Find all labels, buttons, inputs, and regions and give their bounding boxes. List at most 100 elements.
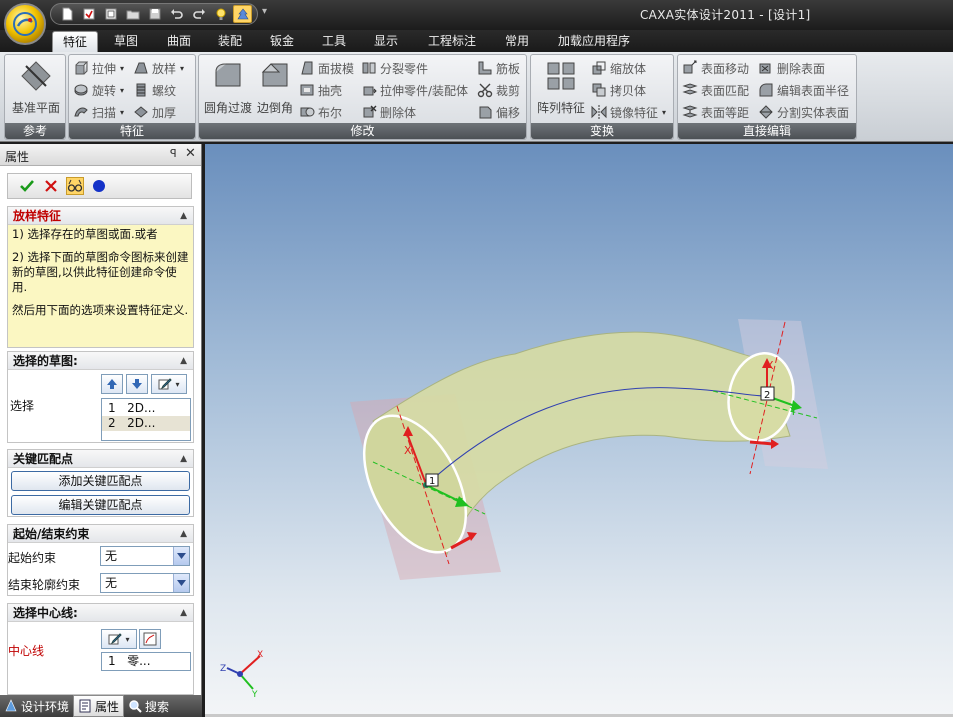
tab-common[interactable]: 常用 bbox=[495, 31, 539, 52]
ribbon-group-reference: 基准平面 参考 bbox=[4, 54, 66, 140]
scissors-icon bbox=[477, 83, 493, 98]
collapse-chevron-icon[interactable]: ▲ bbox=[180, 352, 187, 370]
ribbon-tab-bar: 特征 草图 曲面 装配 钣金 工具 显示 工程标注 常用 加载应用程序 bbox=[0, 30, 953, 52]
cancel-x-icon[interactable] bbox=[42, 177, 60, 195]
end-x-label: X bbox=[766, 359, 774, 372]
key-match-section-header[interactable]: 关键匹配点 ▲ bbox=[8, 450, 193, 468]
collapse-chevron-icon[interactable]: ▲ bbox=[180, 604, 187, 622]
scale-icon bbox=[592, 61, 606, 75]
move-down-button[interactable] bbox=[126, 374, 148, 394]
fillet-button[interactable]: 圆角过渡 bbox=[202, 58, 254, 116]
sketch-pencil-icon bbox=[108, 633, 123, 645]
copy-body-button[interactable]: 拷贝体 bbox=[591, 80, 646, 100]
tab-sheet-metal[interactable]: 钣金 bbox=[260, 31, 304, 52]
loft-button[interactable]: 放样 ▾ bbox=[133, 58, 184, 78]
list-item[interactable]: 1 零... bbox=[102, 654, 190, 669]
pin-icon[interactable]: ꟼ bbox=[170, 147, 177, 160]
collapse-chevron-icon[interactable]: ▲ bbox=[180, 525, 187, 543]
close-icon[interactable]: ✕ bbox=[185, 146, 196, 161]
chamfer-button[interactable]: 边倒角 bbox=[255, 58, 295, 116]
blue-dot-icon[interactable] bbox=[90, 177, 108, 195]
group-label-reference: 参考 bbox=[5, 123, 65, 139]
chevron-down-icon[interactable] bbox=[173, 574, 189, 592]
light-bulb-icon[interactable] bbox=[211, 5, 230, 23]
tab-surface[interactable]: 曲面 bbox=[157, 31, 201, 52]
redo-icon[interactable] bbox=[189, 5, 208, 23]
tab-sketch[interactable]: 草图 bbox=[104, 31, 148, 52]
edit-face-radius-button[interactable]: 编辑表面半径 bbox=[758, 80, 849, 100]
list-item[interactable]: 1 2D... bbox=[102, 401, 190, 416]
delete-body-button[interactable]: 删除体 bbox=[361, 102, 416, 122]
3d-viewport[interactable]: 1 X Y 2 X Y X Y Z bbox=[205, 144, 953, 714]
sketch-section-header[interactable]: 选择的草图: ▲ bbox=[8, 352, 193, 370]
match-face-button[interactable]: 表面匹配 bbox=[682, 80, 749, 100]
preview-glasses-icon[interactable] bbox=[66, 177, 84, 195]
constraint-section-header[interactable]: 起始/结束约束 ▲ bbox=[8, 525, 193, 543]
rib-button[interactable]: 筋板 bbox=[477, 58, 520, 78]
new-sketch-dropdown[interactable]: ▾ bbox=[151, 374, 187, 394]
face-radius-icon bbox=[759, 83, 773, 97]
open-email-icon[interactable] bbox=[79, 5, 98, 23]
pattern-button[interactable]: 阵列特征 bbox=[534, 58, 588, 116]
tab-assembly[interactable]: 装配 bbox=[208, 31, 252, 52]
confirm-checkmark-icon[interactable] bbox=[18, 177, 36, 195]
tab-addins[interactable]: 加载应用程序 bbox=[548, 31, 640, 52]
add-key-match-button[interactable]: 添加关键匹配点 bbox=[11, 471, 190, 491]
shell-button[interactable]: 抽壳 bbox=[299, 80, 342, 100]
sketch-listbox[interactable]: 1 2D... 2 2D... bbox=[101, 398, 191, 441]
centerline-3d-curve-button[interactable] bbox=[139, 629, 161, 649]
scale-body-button[interactable]: 缩放体 bbox=[591, 58, 646, 78]
tab-display[interactable]: 显示 bbox=[364, 31, 408, 52]
split-part-icon bbox=[362, 62, 376, 74]
start-profile-number: 1 bbox=[429, 476, 435, 487]
centerline-listbox[interactable]: 1 零... bbox=[101, 652, 191, 671]
key-match-section: 关键匹配点 ▲ 添加关键匹配点 编辑关键匹配点 bbox=[7, 449, 194, 517]
loft-icon bbox=[134, 62, 148, 74]
save-icon[interactable] bbox=[145, 5, 164, 23]
open-folder-icon[interactable] bbox=[123, 5, 142, 23]
help-section-header[interactable]: 放样特征 ▲ bbox=[8, 207, 193, 225]
collapse-chevron-icon[interactable]: ▲ bbox=[180, 450, 187, 468]
sweep-button[interactable]: 扫描 ▾ bbox=[73, 102, 124, 122]
chevron-down-icon[interactable] bbox=[173, 547, 189, 565]
delete-face-button[interactable]: 删除表面 bbox=[758, 58, 825, 78]
start-constraint-select[interactable]: 无 bbox=[100, 546, 190, 566]
collapse-chevron-icon[interactable]: ▲ bbox=[180, 207, 187, 225]
tab-annotation[interactable]: 工程标注 bbox=[418, 31, 486, 52]
centerline-sketch-dropdown[interactable]: ▾ bbox=[101, 629, 137, 649]
quick-access-menu-icon[interactable]: ▾ bbox=[262, 6, 267, 17]
split-part-button[interactable]: 分裂零件 bbox=[361, 58, 428, 78]
new-document-icon[interactable] bbox=[57, 5, 76, 23]
split-solid-face-button[interactable]: 分割实体表面 bbox=[758, 102, 849, 122]
tab-search[interactable]: 搜索 bbox=[124, 695, 173, 717]
cut-button[interactable]: 裁剪 bbox=[477, 80, 520, 100]
new-folder-icon[interactable] bbox=[101, 5, 120, 23]
offset-button[interactable]: 偏移 bbox=[477, 102, 520, 122]
extrude-button[interactable]: 拉伸 ▾ bbox=[73, 58, 124, 78]
list-item[interactable]: 2 2D... bbox=[102, 416, 190, 431]
triad-y-label: Y bbox=[251, 690, 258, 700]
edit-key-match-button[interactable]: 编辑关键匹配点 bbox=[11, 495, 190, 515]
window-title: CAXA实体设计2011 - [设计1] bbox=[640, 8, 811, 22]
centerline-section-header[interactable]: 选择中心线: ▲ bbox=[8, 604, 193, 622]
move-up-button[interactable] bbox=[101, 374, 123, 394]
thread-button[interactable]: 螺纹 bbox=[133, 80, 176, 100]
revolve-button[interactable]: 旋转 ▾ bbox=[73, 80, 124, 100]
tab-design-environment[interactable]: 设计环境 bbox=[0, 695, 73, 717]
boolean-button[interactable]: 布尔 bbox=[299, 102, 342, 122]
app-menu-button[interactable] bbox=[4, 3, 46, 45]
loft-model[interactable]: 1 X Y 2 X Y X Y Z bbox=[205, 144, 953, 714]
thicken-button[interactable]: 加厚 bbox=[133, 102, 176, 122]
undo-icon[interactable] bbox=[167, 5, 186, 23]
end-constraint-select[interactable]: 无 bbox=[100, 573, 190, 593]
base-plane-button[interactable]: 基准平面 bbox=[7, 58, 65, 116]
equal-face-button[interactable]: 表面等距 bbox=[682, 102, 749, 122]
draft-button[interactable]: 面拔模 bbox=[299, 58, 354, 78]
design-tree-icon[interactable] bbox=[233, 5, 252, 23]
tab-properties[interactable]: 属性 bbox=[73, 695, 125, 717]
mirror-feature-button[interactable]: 镜像特征 ▾ bbox=[591, 102, 666, 122]
move-face-button[interactable]: 表面移动 bbox=[682, 58, 749, 78]
tab-feature[interactable]: 特征 bbox=[52, 31, 99, 52]
extrude-part-button[interactable]: 拉伸零件/装配体 bbox=[361, 80, 468, 100]
tab-tools[interactable]: 工具 bbox=[312, 31, 356, 52]
